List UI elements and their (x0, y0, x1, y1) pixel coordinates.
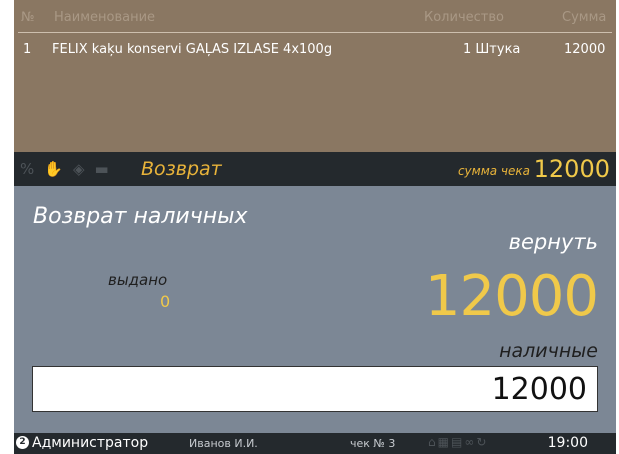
percent-icon[interactable]: % (20, 160, 34, 178)
hand-icon[interactable]: ✋ (44, 160, 63, 178)
check-number: чек № 3 (350, 437, 396, 450)
mode-icons: % ✋ ◈ ▬ (20, 160, 109, 178)
row-qty: 1 Штука (463, 42, 521, 57)
cash-amount-input[interactable] (32, 366, 598, 412)
row-name: FELIX kaķu konservi GAĻAS IZLASE 4x100g (52, 42, 333, 57)
column-header-name: Наименование (54, 10, 156, 25)
card-icon[interactable]: ▬ (95, 160, 109, 178)
receipt-table: № Наименование Количество Сумма 1 FELIX … (14, 0, 616, 152)
row-no: 1 (23, 42, 32, 57)
grid-icon: ▦ (437, 435, 451, 449)
tag-icon[interactable]: ◈ (73, 160, 85, 178)
lock-icon: ⌂ (428, 435, 438, 449)
refresh-icon: ↻ (476, 435, 489, 449)
column-header-no: № (21, 10, 35, 25)
status-icons: ⌂▦▤∞↻ (428, 435, 488, 449)
cash-label: наличные (499, 340, 598, 362)
mode-title: Возврат (141, 158, 222, 180)
payment-panel: Возврат наличных вернуть выдано 0 12000 … (14, 186, 616, 433)
receipt-sum-value: 12000 (533, 155, 610, 183)
clock: 19:00 (547, 435, 588, 451)
link-icon: ∞ (464, 435, 477, 449)
user-badge-icon: 2 (16, 436, 29, 449)
header-divider (18, 32, 612, 33)
column-header-qty: Количество (424, 10, 504, 25)
user-role: Администратор (32, 435, 149, 451)
return-label: вернуть (508, 230, 598, 254)
doc-icon: ▤ (450, 435, 465, 449)
status-bar: 2 Администратор Иванов И.И. чек № 3 ⌂▦▤∞… (14, 433, 616, 454)
receipt-header: № Наименование Количество Сумма (14, 0, 616, 33)
receipt-sum-label: сумма чека (457, 164, 530, 178)
page-title: Возврат наличных (33, 204, 248, 229)
row-sum: 12000 (564, 42, 606, 57)
pos-screen: № Наименование Количество Сумма 1 FELIX … (0, 0, 619, 454)
mode-bar: % ✋ ◈ ▬ Возврат сумма чека 12000 (14, 152, 616, 186)
issued-label: выдано (108, 271, 168, 289)
cashier-name: Иванов И.И. (189, 437, 258, 450)
table-row[interactable]: 1 FELIX kaķu konservi GAĻAS IZLASE 4x100… (14, 42, 616, 62)
return-amount: 12000 (424, 264, 599, 329)
column-header-sum: Сумма (562, 10, 607, 25)
issued-value: 0 (160, 292, 171, 311)
